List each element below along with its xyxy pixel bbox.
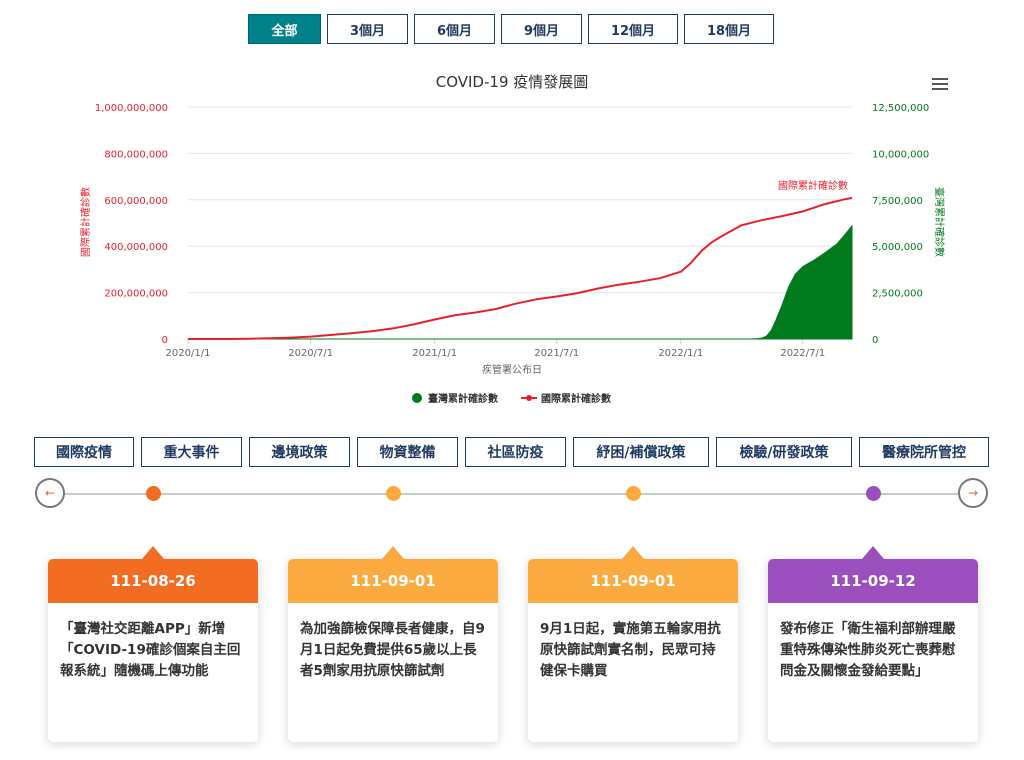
event-card[interactable]: 111-09-01 9月1日起，實施第五輪家用抗原快篩試劑實名制，民眾可持健保卡…: [528, 546, 738, 742]
timeline-prev-button[interactable]: ←: [35, 478, 65, 508]
range-button-3m[interactable]: 3個月: [327, 14, 408, 44]
legend-international-marker: [526, 395, 532, 401]
y-left-tick-label: 0: [162, 335, 168, 346]
timeline-next-button[interactable]: →: [958, 478, 988, 508]
timeline-dot-2[interactable]: [386, 486, 401, 501]
x-tick-label: 2020/7/1: [288, 348, 333, 359]
timeline-dot-4[interactable]: [866, 486, 881, 501]
timeline-dot-1[interactable]: [146, 486, 161, 501]
event-card[interactable]: 111-08-26 「臺灣社交距離APP」新增「COVID-19確診個案自主回報…: [48, 546, 258, 742]
category-tab-border[interactable]: 邊境政策: [249, 437, 350, 467]
legend-taiwan-marker: [412, 393, 422, 403]
arrow-left-icon: ←: [44, 486, 56, 500]
chart-menu-icon[interactable]: [932, 78, 948, 92]
range-button-6m[interactable]: 6個月: [414, 14, 495, 44]
y-right-tick-label: 7,500,000: [872, 196, 923, 207]
event-text: 「臺灣社交距離APP」新增「COVID-19確診個案自主回報系統」隨機碼上傳功能: [60, 621, 241, 679]
y-right-tick-label: 12,500,000: [872, 103, 929, 114]
y-right-tick-label: 10,000,000: [872, 149, 929, 160]
event-text: 發布修正「衛生福利部辦理嚴重特殊傳染性肺炎死亡喪葬慰問金及關懷金發給要點」: [780, 621, 956, 679]
y-left-tick-label: 800,000,000: [104, 149, 168, 160]
category-tab-community[interactable]: 社區防疫: [465, 437, 566, 467]
range-button-all[interactable]: 全部: [248, 14, 321, 44]
x-tick-label: 2021/1/1: [412, 348, 457, 359]
category-tab-supplies[interactable]: 物資整備: [357, 437, 458, 467]
arrow-right-icon: →: [967, 486, 979, 500]
event-date: 111-09-01: [288, 546, 498, 603]
y-left-tick-label: 600,000,000: [104, 196, 168, 207]
international-cases-line: [188, 196, 853, 340]
event-card[interactable]: 111-09-01 為加強篩檢保障長者健康，自9月1日起免費提供65歲以上長者5…: [288, 546, 498, 742]
range-button-18m[interactable]: 18個月: [684, 14, 774, 44]
event-text: 9月1日起，實施第五輪家用抗原快篩試劑實名制，民眾可持健保卡購買: [540, 621, 721, 679]
category-tab-testing[interactable]: 檢驗/研發政策: [716, 437, 852, 467]
y-right-tick-label: 2,500,000: [872, 289, 923, 300]
timeline-track: [50, 493, 974, 495]
y-left-tick-label: 200,000,000: [104, 289, 168, 300]
y-right-tick-label: 0: [872, 335, 878, 346]
x-tick-label: 2022/1/1: [658, 348, 703, 359]
chart-title: COVID-19 疫情發展圖: [436, 73, 589, 91]
range-selector: 全部 3個月 6個月 9個月 12個月 18個月: [248, 14, 774, 44]
covid-chart: COVID-19 疫情發展圖 0 0 200,000,000 2,500,000 400,…: [79, 73, 946, 405]
y-left-tick-label: 1,000,000,000: [95, 103, 168, 114]
taiwan-cases-area: [188, 224, 853, 340]
event-card[interactable]: 111-09-12 發布修正「衛生福利部辦理嚴重特殊傳染性肺炎死亡喪葬慰問金及關…: [768, 546, 978, 742]
y-left-tick-label: 400,000,000: [104, 242, 168, 253]
x-tick-label: 2020/1/1: [166, 348, 211, 359]
category-tab-medical[interactable]: 醫療院所管控: [859, 437, 989, 467]
category-tab-major-events[interactable]: 重大事件: [141, 437, 242, 467]
event-date: 111-08-26: [48, 546, 258, 603]
y-right-axis-title: 臺灣累計確診數: [933, 187, 946, 257]
x-tick-label: 2022/7/1: [780, 348, 825, 359]
event-date: 111-09-01: [528, 546, 738, 603]
range-button-9m[interactable]: 9個月: [501, 14, 582, 44]
y-right-tick-label: 5,000,000: [872, 242, 923, 253]
legend-international-label: 國際累計確診數: [541, 392, 611, 405]
category-tab-relief[interactable]: 紓困/補償政策: [573, 437, 709, 467]
category-tab-international[interactable]: 國際疫情: [34, 437, 134, 467]
event-text: 為加強篩檢保障長者健康，自9月1日起免費提供65歲以上長者5劑家用抗原快篩試劑: [300, 621, 485, 679]
category-tabs: 國際疫情 重大事件 邊境政策 物資整備 社區防疫 紓困/補償政策 檢驗/研發政策…: [34, 437, 989, 467]
range-button-12m[interactable]: 12個月: [588, 14, 678, 44]
x-axis-title: 疾管署公布日: [482, 363, 542, 376]
x-tick-label: 2021/7/1: [534, 348, 579, 359]
event-date: 111-09-12: [768, 546, 978, 603]
timeline-dot-3[interactable]: [626, 486, 641, 501]
y-left-axis-title: 國際累計確診數: [79, 187, 92, 257]
international-series-label: 國際累計確診數: [778, 179, 848, 192]
legend-taiwan-label: 臺灣累計確診數: [428, 392, 498, 405]
